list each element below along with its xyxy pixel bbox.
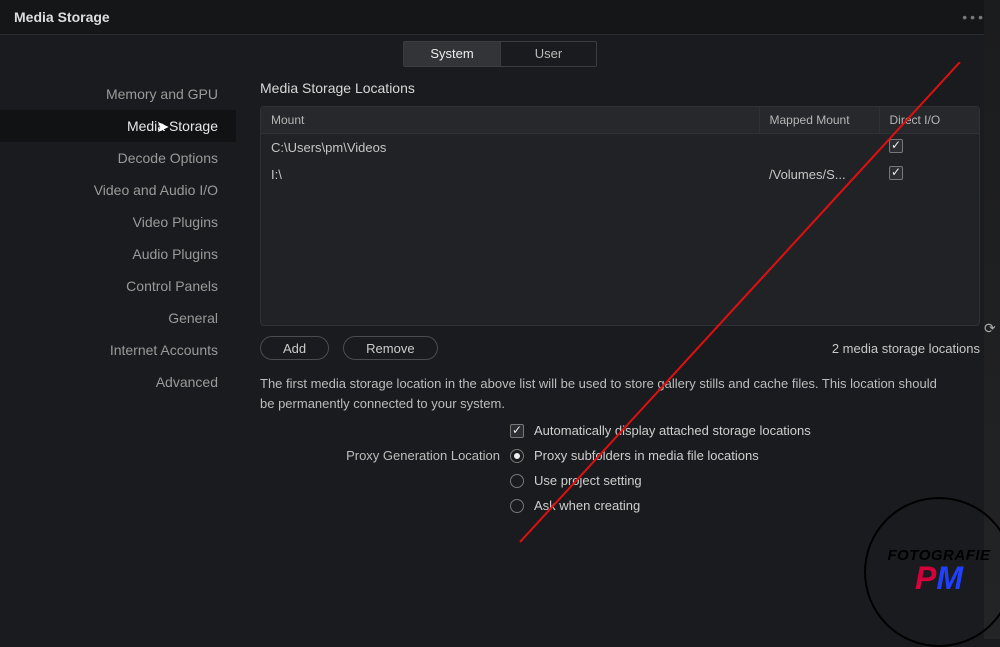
proxy-project-row: Use project setting bbox=[260, 473, 980, 488]
help-text: The first media storage location in the … bbox=[260, 374, 940, 413]
storage-count-summary: 2 media storage locations bbox=[832, 341, 980, 356]
main-panel: Media Storage Locations Mount Mapped Mou… bbox=[236, 68, 1000, 639]
cell-mapped bbox=[759, 134, 879, 162]
radio-proxy-ask[interactable] bbox=[510, 499, 524, 513]
remove-button[interactable]: Remove bbox=[343, 336, 437, 360]
section-title: Media Storage Locations bbox=[260, 80, 980, 96]
sidebar-item-label: Media Storage bbox=[127, 118, 218, 134]
button-row: Add Remove 2 media storage locations bbox=[260, 336, 980, 360]
sidebar-item-internet-accounts[interactable]: Internet Accounts bbox=[0, 334, 236, 366]
cell-mount: I:\ bbox=[261, 161, 759, 188]
sidebar-item-general[interactable]: General bbox=[0, 302, 236, 334]
window-title: Media Storage bbox=[14, 9, 110, 25]
col-header-mapped[interactable]: Mapped Mount bbox=[759, 107, 879, 134]
sidebar-item-video-audio-io[interactable]: Video and Audio I/O bbox=[0, 174, 236, 206]
add-button[interactable]: Add bbox=[260, 336, 329, 360]
sidebar-item-label: Video and Audio I/O bbox=[94, 182, 218, 198]
auto-display-row: Automatically display attached storage l… bbox=[260, 423, 980, 438]
sidebar-item-label: General bbox=[168, 310, 218, 326]
proxy-ask-row: Ask when creating bbox=[260, 498, 980, 513]
sidebar-item-control-panels[interactable]: Control Panels bbox=[0, 270, 236, 302]
media-storage-table: Mount Mapped Mount Direct I/O C:\Users\p… bbox=[260, 106, 980, 326]
col-header-mount[interactable]: Mount bbox=[261, 107, 759, 134]
checkbox-direct-io[interactable] bbox=[889, 139, 903, 153]
sidebar-item-decode-options[interactable]: Decode Options bbox=[0, 142, 236, 174]
table-row[interactable]: I:\ /Volumes/S... bbox=[261, 161, 979, 188]
content: Memory and GPU Media Storage Decode Opti… bbox=[0, 68, 1000, 639]
titlebar: Media Storage ••• bbox=[0, 0, 1000, 34]
sidebar-item-label: Memory and GPU bbox=[106, 86, 218, 102]
auto-display-label: Automatically display attached storage l… bbox=[534, 423, 811, 438]
sidebar-item-label: Internet Accounts bbox=[110, 342, 218, 358]
sidebar-item-label: Advanced bbox=[156, 374, 218, 390]
sidebar-item-advanced[interactable]: Advanced bbox=[0, 366, 236, 398]
radio-proxy-project[interactable] bbox=[510, 474, 524, 488]
top-nav: System User bbox=[0, 34, 1000, 68]
radio-proxy-subfolders[interactable] bbox=[510, 449, 524, 463]
refresh-icon[interactable]: ⟳ bbox=[984, 320, 998, 334]
proxy-project-label: Use project setting bbox=[534, 473, 642, 488]
cell-mapped: /Volumes/S... bbox=[759, 161, 879, 188]
tab-user[interactable]: User bbox=[500, 42, 596, 66]
sidebar-item-label: Audio Plugins bbox=[132, 246, 218, 262]
sidebar-item-media-storage[interactable]: Media Storage bbox=[0, 110, 236, 142]
cell-direct bbox=[879, 134, 979, 162]
checkbox-direct-io[interactable] bbox=[889, 166, 903, 180]
proxy-subfolders-label: Proxy subfolders in media file locations bbox=[534, 448, 759, 463]
cell-mount: C:\Users\pm\Videos bbox=[261, 134, 759, 162]
table-row[interactable]: C:\Users\pm\Videos bbox=[261, 134, 979, 162]
tab-group: System User bbox=[403, 41, 597, 67]
sidebar: Memory and GPU Media Storage Decode Opti… bbox=[0, 68, 236, 639]
sidebar-item-memory-gpu[interactable]: Memory and GPU bbox=[0, 78, 236, 110]
proxy-ask-label: Ask when creating bbox=[534, 498, 640, 513]
proxy-subfolders-row: Proxy Generation Location Proxy subfolde… bbox=[260, 448, 980, 463]
cell-direct bbox=[879, 161, 979, 188]
checkbox-auto-display[interactable] bbox=[510, 424, 524, 438]
sidebar-item-video-plugins[interactable]: Video Plugins bbox=[0, 206, 236, 238]
tab-system[interactable]: System bbox=[404, 42, 500, 66]
sidebar-item-audio-plugins[interactable]: Audio Plugins bbox=[0, 238, 236, 270]
sidebar-item-label: Decode Options bbox=[118, 150, 218, 166]
more-icon[interactable]: ••• bbox=[962, 9, 986, 25]
sidebar-item-label: Video Plugins bbox=[133, 214, 218, 230]
proxy-label: Proxy Generation Location bbox=[260, 448, 500, 463]
col-header-direct[interactable]: Direct I/O bbox=[879, 107, 979, 134]
sidebar-item-label: Control Panels bbox=[126, 278, 218, 294]
